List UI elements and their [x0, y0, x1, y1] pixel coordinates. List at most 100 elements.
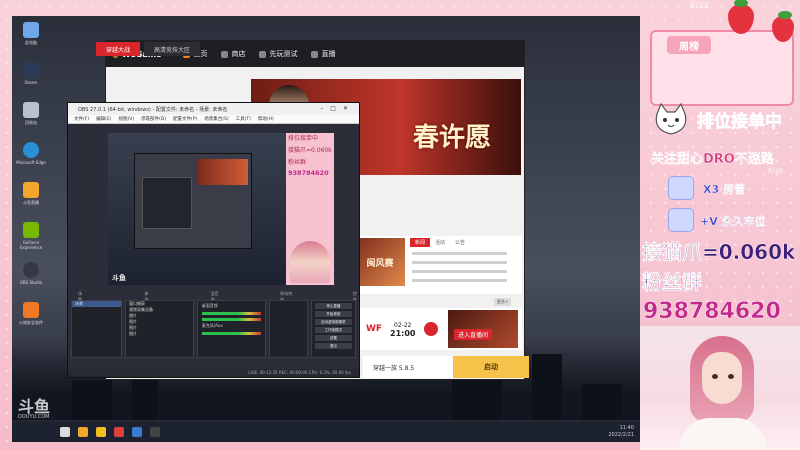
webcam-eye: [728, 374, 734, 379]
desktop-icon-edge[interactable]: Microsoft Edge: [16, 142, 46, 178]
system-tray-clock[interactable]: 11:40 2022/2/21: [608, 425, 634, 439]
scenes-header: 场景: [78, 291, 82, 302]
rank-order-text: 排位接单中: [697, 112, 783, 133]
kiss-decoration: kiss: [690, 0, 709, 11]
volume-meter[interactable]: [201, 332, 261, 335]
nested-banner: [198, 159, 248, 185]
news-tab-notices[interactable]: 公告: [450, 238, 470, 247]
subtab-hd-region[interactable]: 高清竞技大区: [144, 42, 201, 56]
desktop-icon-huorong[interactable]: 火绒安全软件: [16, 302, 46, 338]
fan-group-label: 粉丝群: [642, 270, 702, 294]
preview-fans: 粉丝群: [288, 159, 307, 166]
team-logo: WF: [366, 324, 383, 334]
taskbar-wegame-icon[interactable]: [114, 427, 124, 437]
transitions-panel: [268, 300, 308, 358]
webcam-eye: [712, 374, 718, 379]
desktop-icon-douyu[interactable]: 斗鱼直播: [16, 182, 46, 218]
match-time: 02-22 21:00: [390, 322, 416, 338]
preview-number: 938784620: [288, 169, 329, 177]
nested-obs: [142, 177, 192, 229]
wegame-subtabs: 穿越大战 高清竞技大区: [96, 42, 204, 56]
preview-rank: 排位接单中: [288, 135, 319, 142]
rocket-gift-icon: [668, 176, 694, 200]
douyu-watermark: 斗鱼 DOUYU.COM: [18, 397, 51, 420]
news-tab-events[interactable]: 活动: [430, 238, 450, 247]
taskbar-folder-icon[interactable]: [96, 427, 106, 437]
stop-streaming-button[interactable]: 停止直播: [314, 303, 352, 309]
computer-icon: [23, 22, 39, 38]
live-thumbnail[interactable]: 进入直播间: [448, 310, 518, 348]
news-tabs: 新闻 活动 公告: [410, 238, 470, 247]
menu-scene-collection[interactable]: 场景集合(S): [204, 116, 228, 122]
preview-watermark: 斗鱼: [112, 274, 126, 282]
volume-meter[interactable]: [201, 312, 261, 315]
news-tab-news[interactable]: 新闻: [410, 238, 431, 247]
taskbar-obs-icon[interactable]: [150, 427, 160, 437]
menu-tools[interactable]: 工具(T): [236, 116, 251, 122]
obs-icon: [23, 262, 39, 278]
obs-preview[interactable]: 排位接单中 接猫爪=0.060k 粉丝群 938784620 斗鱼: [108, 133, 334, 285]
volume-meter[interactable]: [201, 318, 261, 321]
fan-group-number: 938784620: [643, 299, 781, 324]
menu-edit[interactable]: 编辑(E): [96, 116, 111, 122]
menu-help[interactable]: 帮助(H): [258, 116, 274, 122]
huorong-icon: [23, 302, 39, 318]
taskbar-douyu-icon[interactable]: [78, 427, 88, 437]
desktop-icon-obs[interactable]: OBS Studio: [16, 262, 46, 298]
weekly-board-title: 周榜: [667, 36, 711, 54]
desktop-icon-this-pc[interactable]: 此电脑: [16, 22, 46, 58]
mixer-mic-label: 麦克风/Aux: [201, 323, 223, 328]
virtual-camera-button[interactable]: 启动虚拟摄像机: [314, 319, 352, 325]
live-icon: [311, 50, 319, 58]
transitions-header: 转场特效: [280, 291, 293, 302]
menu-view[interactable]: 视图(V): [118, 116, 134, 122]
store-icon: [221, 50, 229, 58]
settings-button[interactable]: 设置: [314, 335, 352, 341]
news-line[interactable]: [412, 261, 507, 264]
menu-profile[interactable]: 配置文件(P): [173, 116, 197, 122]
mixer-panel: 桌面音频 麦克风/Aux: [196, 300, 266, 358]
opponent-logo: [424, 322, 438, 336]
geforce-icon: [23, 222, 39, 238]
taskbar: 11:40 2022/2/21: [12, 422, 640, 442]
enter-live-button[interactable]: 进入直播间: [454, 329, 493, 340]
nested-capture: [108, 133, 294, 285]
scenes-panel: 场景: [71, 300, 123, 358]
nested-overlay: 排位接单中 接猫爪=0.060k 粉丝群 938784620: [286, 133, 334, 285]
tab-test[interactable]: 先玩测试: [259, 49, 297, 59]
test-icon: [259, 50, 267, 58]
news-line[interactable]: [412, 252, 507, 255]
exit-button[interactable]: 退出: [314, 343, 352, 349]
scene-item[interactable]: 场景: [72, 301, 122, 307]
webcam-body: [680, 418, 766, 450]
gift-parking-label: +V 永久车位: [700, 215, 766, 228]
desktop-icon-geforce[interactable]: GeForce Experience: [16, 222, 46, 258]
controls-header: 控件: [352, 291, 357, 302]
news-line[interactable]: [412, 270, 507, 273]
news-thumbnail[interactable]: 闽风赛: [355, 238, 405, 286]
taskbar-search-icon[interactable]: [60, 427, 70, 437]
start-recording-button[interactable]: 开始录制: [314, 311, 352, 317]
desktop-icon-steam[interactable]: Steam: [16, 62, 46, 98]
subtab-crossfire[interactable]: 穿越大战: [96, 42, 141, 56]
gift-moderator-label: X3 房管: [703, 183, 745, 196]
news-line[interactable]: [412, 279, 507, 282]
desktop-icon-recycle-bin[interactable]: 回收站: [16, 102, 46, 138]
source-item[interactable]: 图片: [126, 331, 193, 337]
menu-docks[interactable]: 停靠部件(D): [141, 116, 166, 122]
sources-panel: 窗口捕获 视频采集设备 图片 图片 图片 图片: [125, 300, 194, 358]
stream-canvas: 此电脑 Steam 回收站 Microsoft Edge 斗鱼直播 GeForc…: [0, 0, 800, 450]
launch-button[interactable]: 启动: [453, 356, 529, 378]
banner-title: 春许愿: [412, 123, 491, 153]
tab-live[interactable]: 直播: [311, 49, 335, 59]
steam-icon: [23, 62, 39, 78]
more-link[interactable]: 更多>: [494, 298, 512, 306]
window-controls[interactable]: –□✕: [320, 105, 355, 112]
preview-claw: 接猫爪=0.060k: [288, 147, 332, 154]
game-version[interactable]: 穿越一族 5.8.5: [363, 363, 453, 372]
tab-store[interactable]: 商店: [221, 49, 245, 59]
taskbar-app-icon[interactable]: [132, 427, 142, 437]
studio-mode-button[interactable]: 工作室模式: [314, 327, 352, 333]
mixer-header: 混音器: [210, 291, 219, 302]
menu-file[interactable]: 文件(F): [74, 116, 89, 122]
